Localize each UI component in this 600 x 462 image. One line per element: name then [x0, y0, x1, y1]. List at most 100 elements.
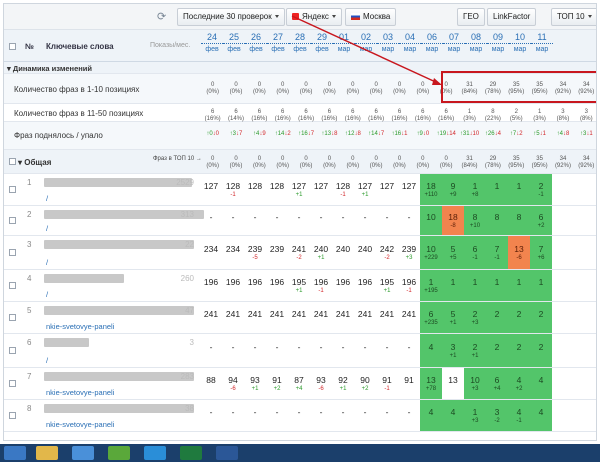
- keyword-url[interactable]: /: [46, 224, 48, 233]
- position-value: 8: [494, 212, 500, 222]
- position-cell: 2 +1: [464, 334, 486, 367]
- position-value: -: [253, 407, 257, 417]
- position-cell: 239 -5: [244, 236, 266, 269]
- keyword-url[interactable]: nkie-svetovye-paneli: [46, 420, 114, 429]
- group-title: ▾ Общая: [18, 158, 52, 167]
- position-delta: +1: [251, 386, 259, 392]
- row-checkbox[interactable]: [9, 412, 16, 419]
- position-cell: 240: [354, 236, 376, 269]
- dynamics-value: ↑16↓7: [294, 131, 317, 138]
- position-delta: -6: [230, 386, 236, 392]
- position-delta: -1: [472, 255, 478, 261]
- keyword-url[interactable]: nkie-svetovye-paneli: [46, 388, 114, 397]
- position-cell: 1 +8: [464, 174, 486, 205]
- position-cell: 91 -1: [376, 368, 398, 399]
- position-cell: 93 -6: [310, 368, 332, 399]
- position-value: -: [363, 342, 367, 352]
- position-value: -: [209, 342, 213, 352]
- position-cell: 7 -1: [486, 236, 508, 269]
- position-value: 128: [225, 181, 241, 191]
- position-delta: -1: [516, 418, 522, 424]
- table-row[interactable]: 8 nkie-svetovye-paneli 38 - - - - - - - - -…: [4, 400, 596, 432]
- excel-icon[interactable]: [180, 446, 202, 460]
- keyword-url[interactable]: /: [46, 356, 48, 365]
- dynamics-value: 0 (0%): [416, 156, 430, 169]
- position-cell: 2: [508, 302, 530, 333]
- position-value: 196: [247, 277, 263, 287]
- keyword-url[interactable]: /: [46, 290, 48, 299]
- table-row[interactable]: 2/313- - - - - - - - - - 10 18 -8 8 +10 8 8 …: [4, 206, 596, 236]
- position-cell: 1 +3: [464, 400, 486, 431]
- position-value: -: [297, 342, 301, 352]
- table-row[interactable]: 6/3- - - - - - - - - - 4 3 +1 2 +1 2 2 2: [4, 334, 596, 368]
- position-value: 196: [335, 277, 351, 287]
- position-value: 6: [494, 375, 500, 385]
- table-row[interactable]: 4/260 196 196 196 196 195 +1 196 -1 196 196 1…: [4, 270, 596, 302]
- row-checkbox[interactable]: [9, 186, 16, 193]
- table-row[interactable]: 1/2529 127 128 -1 128 128 127 +1 127 128 -1 127…: [4, 174, 596, 206]
- position-cell: 4 +2: [508, 368, 530, 399]
- table-row[interactable]: 5 nkie-svetovye-paneli 47 241 241 241 241 2…: [4, 302, 596, 334]
- position-cell: 5 +1: [442, 302, 464, 333]
- keyword-text[interactable]: [44, 338, 89, 347]
- row-checkbox[interactable]: [9, 217, 16, 224]
- position-value: 241: [203, 309, 219, 319]
- up-count: ↑14: [274, 131, 285, 137]
- keyword-url[interactable]: /: [46, 258, 48, 267]
- position-value: 241: [313, 309, 329, 319]
- position-value: 10: [426, 244, 436, 254]
- down-count: ↓0: [422, 131, 430, 137]
- up-count: ↑19: [436, 131, 447, 137]
- position-cell: 127 +1: [288, 174, 310, 205]
- app-icon[interactable]: [108, 446, 130, 460]
- table-row[interactable]: 3/22 234 234 239 -5 239 241 -2 240 +1 240 240 2…: [4, 236, 596, 270]
- dynamics-value: ↑31↓10: [458, 131, 481, 138]
- position-cell: 6 -1: [464, 236, 486, 269]
- position-cell: 241: [310, 302, 332, 333]
- position-value: 195: [291, 277, 307, 287]
- position-value: 1: [450, 277, 456, 287]
- position-cell: 241: [222, 302, 244, 333]
- position-value: 13: [514, 244, 524, 254]
- position-cell: 2: [486, 334, 508, 367]
- chrome-icon[interactable]: [72, 446, 94, 460]
- position-value: 10: [470, 375, 480, 385]
- percent: (95%): [531, 163, 548, 169]
- position-cell: 2: [530, 302, 552, 333]
- keyword-url[interactable]: nkie-svetovye-paneli: [46, 322, 114, 331]
- dynamics-value: ↑0↓0: [201, 131, 224, 138]
- group-header[interactable]: ▾ Общая Фраз в ТОП 10 → 0 (0%) 0 (0%) 0 (0%) 0…: [4, 150, 596, 174]
- position-delta: +1: [449, 353, 457, 359]
- position-value: 196: [225, 277, 241, 287]
- row-number: 8: [27, 404, 32, 413]
- row-checkbox[interactable]: [9, 282, 16, 289]
- skype-icon[interactable]: [144, 446, 166, 460]
- start-icon[interactable]: [4, 446, 26, 460]
- position-value: 239: [401, 244, 417, 254]
- position-value: -: [341, 212, 345, 222]
- row-checkbox[interactable]: [9, 347, 16, 354]
- position-value: -: [253, 212, 257, 222]
- file-explorer-icon[interactable]: [36, 446, 58, 460]
- down-count: ↓7: [307, 131, 315, 137]
- percent: (0%): [276, 163, 290, 169]
- keyword-url[interactable]: /: [46, 194, 48, 203]
- row-checkbox[interactable]: [9, 380, 16, 387]
- position-cell: 241: [266, 302, 288, 333]
- position-value: 241: [335, 309, 351, 319]
- percent: (0%): [416, 163, 430, 169]
- word-icon[interactable]: [216, 446, 238, 460]
- row-checkbox[interactable]: [9, 314, 16, 321]
- position-cell: 241: [354, 302, 376, 333]
- group-checkbox[interactable]: [9, 158, 16, 165]
- table-row[interactable]: 7 nkie-svetovye-paneli 283 88 94 -6 93 +1 91 +2 8…: [4, 368, 596, 400]
- keyword-text[interactable]: [44, 274, 124, 283]
- down-count: ↓7: [236, 131, 243, 137]
- dynamics-value: 0 (0%): [206, 156, 219, 169]
- down-count: ↓8: [354, 131, 361, 137]
- position-value: 6: [538, 212, 544, 222]
- row-checkbox[interactable]: [9, 249, 16, 256]
- position-cell: 4: [420, 334, 442, 367]
- dynamics-value: 34 (92%): [554, 156, 571, 169]
- position-value: -: [253, 342, 257, 352]
